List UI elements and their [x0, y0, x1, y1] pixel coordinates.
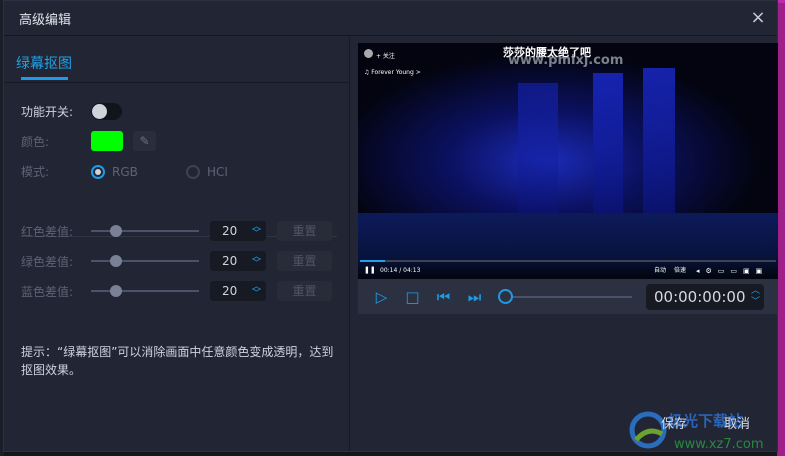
blue-diff-spinner[interactable]: 20 ︿ ﹀ — [210, 281, 266, 301]
seek-handle[interactable] — [498, 289, 513, 304]
radio-rgb[interactable] — [91, 164, 105, 179]
video-preview[interactable]: + 关注 ♫ Forever Young > 莎莎的腰太绝了吧 www.pmlx… — [358, 43, 778, 279]
video-time: 00:14 / 04:13 — [380, 267, 421, 274]
tab-underline — [21, 77, 68, 80]
red-diff-slider[interactable] — [91, 225, 199, 237]
feature-toggle[interactable] — [91, 103, 122, 120]
svg-text:www.xz7.com: www.xz7.com — [674, 437, 764, 452]
blue-diff-label: 蓝色差值: — [21, 284, 74, 299]
tip-text: 提示：“绿幕抠图”可以消除画面中任意颜色变成透明，达到抠图效果。 — [21, 345, 334, 377]
speed-button[interactable]: 倍速 — [674, 265, 686, 274]
green-diff-label: 绿色差值: — [21, 254, 74, 269]
close-icon[interactable]: × — [749, 9, 767, 27]
video-progress[interactable] — [360, 260, 776, 262]
video-tool-icons[interactable]: ◂⚙▭▭▣▣ — [696, 267, 768, 275]
site-logo: 极光下载站www.xz7.com — [629, 411, 764, 452]
green-diff-spinner[interactable]: 20 ︿ ﹀ — [210, 251, 266, 271]
follow-label: + 关注 — [376, 53, 395, 60]
mode-hci-label: HCI — [207, 164, 228, 179]
video-watermark: www.pmlxj.com — [508, 53, 624, 68]
timecode-stepper-icon[interactable]: ︿ ﹀ — [751, 286, 760, 308]
settings-panel: 绿幕抠图 功能开关: 颜色: ✎ 模式: RGB HCI 红色差值: 20 ︿ ﹀ 重置 … — [4, 37, 350, 451]
red-reset-button[interactable]: 重置 — [277, 221, 332, 241]
stop-icon[interactable]: □ — [397, 288, 428, 306]
timecode-field[interactable]: 00:00:00:00 ︿ ﹀ — [646, 284, 764, 310]
music-label: ♫ Forever Young > — [364, 69, 421, 76]
next-frame-icon[interactable]: ⏭ — [459, 288, 490, 306]
pause-icon[interactable]: ❚❚ — [364, 266, 376, 274]
red-diff-spinner[interactable]: 20 ︿ ﹀ — [210, 221, 266, 241]
advanced-edit-dialog: 高级编辑 × 绿幕抠图 功能开关: 颜色: ✎ 模式: RGB HCI 红色差值:… — [3, 0, 778, 452]
blue-diff-slider[interactable] — [91, 285, 199, 297]
title-bar: 高级编辑 — [4, 1, 777, 36]
radio-hci[interactable] — [186, 164, 200, 179]
cancel-button[interactable]: 取消 — [724, 413, 750, 432]
green-diff-slider[interactable] — [91, 255, 199, 267]
color-swatch[interactable] — [91, 131, 123, 151]
mode-rgb-label: RGB — [112, 164, 138, 179]
switch-label: 功能开关: — [21, 105, 74, 119]
play-icon[interactable]: ▷ — [366, 288, 397, 306]
save-button[interactable]: 保存 — [661, 413, 687, 432]
player-controls: ▷ □ ⏮ ⏭ 00:00:00:00 ︿ ﹀ — [358, 279, 778, 314]
seek-track[interactable] — [508, 296, 632, 298]
green-reset-button[interactable]: 重置 — [277, 251, 332, 271]
color-label: 颜色: — [21, 134, 50, 149]
eyedropper-icon[interactable]: ✎ — [133, 131, 156, 151]
tab-green-screen[interactable]: 绿幕抠图 — [16, 53, 72, 73]
mode-label: 模式: — [21, 165, 50, 179]
blue-reset-button[interactable]: 重置 — [277, 281, 332, 301]
dialog-title: 高级编辑 — [19, 12, 72, 28]
red-diff-label: 红色差值: — [21, 224, 74, 239]
auto-quality[interactable]: 自动 — [654, 265, 666, 274]
previous-frame-icon[interactable]: ⏮ — [428, 288, 459, 306]
